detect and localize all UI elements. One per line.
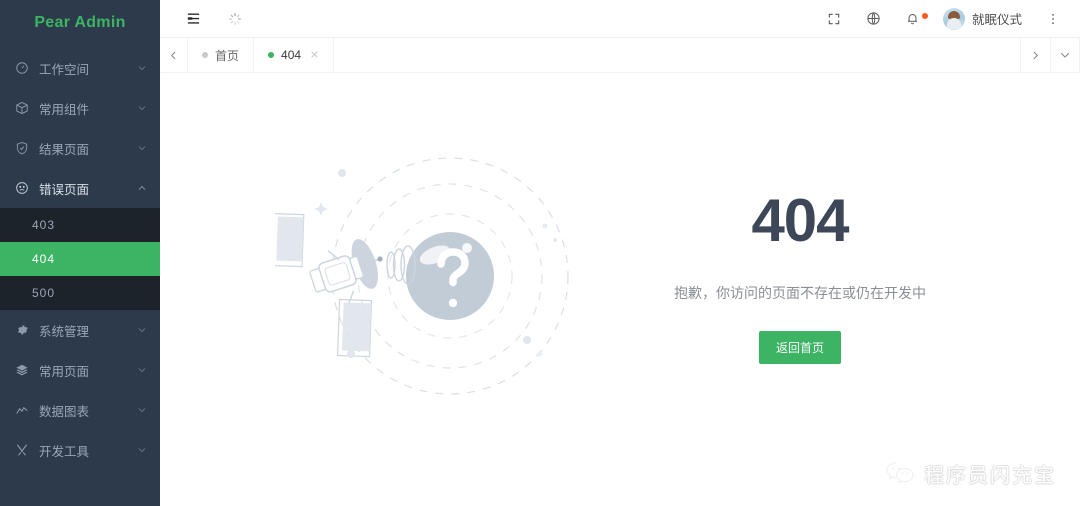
sidebar-menu: 工作空间 常用组件 结果页面 错误页面 403 404 500 系统管理 常用页…	[0, 48, 160, 470]
sidebar-subitem-label: 500	[32, 286, 56, 300]
chart-line-icon	[14, 402, 30, 418]
tab-scroll-right-button[interactable]	[1020, 38, 1050, 72]
chevron-left-icon	[168, 50, 179, 61]
error-code: 404	[751, 187, 849, 254]
error-panel: 404 抱歉，你访问的页面不存在或仍在开发中 返回首页	[275, 148, 965, 408]
globe-icon[interactable]	[865, 10, 883, 28]
content-area: 404 抱歉，你访问的页面不存在或仍在开发中 返回首页 程序员闪充宝	[160, 73, 1080, 506]
tab-list: 首页 404	[188, 38, 1020, 72]
close-icon[interactable]	[310, 48, 319, 62]
error-message: 抱歉，你访问的页面不存在或仍在开发中	[674, 285, 926, 301]
sidebar-item-label: 工作空间	[39, 62, 90, 77]
shield-check-icon	[14, 140, 30, 156]
loading-spinner-icon[interactable]	[226, 10, 244, 28]
more-vertical-icon[interactable]	[1044, 10, 1062, 28]
chevron-down-icon	[136, 404, 148, 416]
sidebar-item-label: 开发工具	[39, 444, 90, 459]
gear-icon	[14, 322, 30, 338]
sidebar-subitem-label: 404	[32, 252, 56, 266]
sidebar-subitem-500[interactable]: 500	[0, 276, 160, 310]
back-home-button[interactable]: 返回首页	[758, 331, 841, 364]
sidebar-item-label: 错误页面	[39, 182, 90, 197]
tab-label: 首页	[215, 48, 240, 63]
avatar	[942, 7, 965, 30]
chevron-down-icon	[136, 324, 148, 336]
chevron-up-icon	[136, 182, 148, 194]
tab-404[interactable]: 404	[254, 38, 335, 72]
sidebar-item-label: 常用页面	[39, 364, 90, 379]
tab-status-dot	[202, 52, 208, 58]
sidebar-item-system-management[interactable]: 系统管理	[0, 310, 160, 350]
fullscreen-icon[interactable]	[825, 10, 843, 28]
sidebar-subitem-label: 403	[32, 218, 56, 232]
top-header: 就眠仪式	[160, 0, 1080, 38]
error-illustration	[275, 148, 595, 408]
sidebar-item-label: 系统管理	[39, 324, 90, 339]
tools-icon	[14, 442, 30, 458]
app-root: Pear Admin 工作空间 常用组件 结果页面 错误页面 403 404 5…	[0, 0, 1080, 506]
sidebar-item-label: 常用组件	[39, 102, 90, 117]
chevron-down-icon	[136, 142, 148, 154]
tab-home[interactable]: 首页	[188, 38, 255, 72]
sidebar-subitem-403[interactable]: 403	[0, 208, 160, 242]
sidebar-item-result-pages[interactable]: 结果页面	[0, 128, 160, 168]
sidebar-item-common-pages[interactable]: 常用页面	[0, 350, 160, 390]
username-label: 就眠仪式	[971, 13, 1022, 27]
notification-dot	[921, 12, 928, 19]
main-area: 就眠仪式 首页 404 404 抱歉，你访问的页面不存在或仍在开发中 返回首页 …	[160, 0, 1080, 506]
dashboard-icon	[14, 60, 30, 76]
watermark: 程序员闪充宝	[885, 459, 1056, 488]
chevron-down-icon	[136, 62, 148, 74]
chevron-down-icon	[136, 364, 148, 376]
tab-bar: 首页 404	[160, 38, 1080, 73]
sidebar-submenu-error-pages: 403 404 500	[0, 208, 160, 310]
tab-label: 404	[281, 48, 302, 62]
sidebar: Pear Admin 工作空间 常用组件 结果页面 错误页面 403 404 5…	[0, 0, 160, 506]
notification-bell[interactable]	[905, 11, 928, 27]
user-profile[interactable]: 就眠仪式	[942, 7, 1022, 30]
chevron-down-icon	[136, 444, 148, 456]
tab-status-dot	[268, 52, 275, 58]
chevron-down-icon	[136, 102, 148, 114]
tab-scroll-left-button[interactable]	[160, 38, 188, 72]
chevron-down-icon	[1059, 49, 1071, 61]
sidebar-item-components[interactable]: 常用组件	[0, 88, 160, 128]
sidebar-item-label: 结果页面	[39, 142, 90, 157]
header-left-actions	[160, 10, 244, 28]
sidebar-item-data-charts[interactable]: 数据图表	[0, 390, 160, 430]
error-text-block: 404 抱歉，你访问的页面不存在或仍在开发中 返回首页	[635, 191, 965, 364]
watermark-text: 程序员闪充宝	[924, 465, 1056, 487]
layers-icon	[14, 362, 30, 378]
tab-options-button[interactable]	[1050, 38, 1080, 72]
hamburger-icon[interactable]	[184, 10, 202, 28]
sidebar-item-label: 数据图表	[39, 404, 90, 419]
header-right-actions: 就眠仪式	[825, 7, 1076, 30]
cube-icon	[14, 100, 30, 116]
sidebar-item-workspace[interactable]: 工作空间	[0, 48, 160, 88]
sad-face-icon	[14, 180, 30, 196]
app-logo: Pear Admin	[34, 14, 126, 31]
sidebar-item-dev-tools[interactable]: 开发工具	[0, 430, 160, 470]
sidebar-item-error-pages[interactable]: 错误页面	[0, 168, 160, 208]
chevron-right-icon	[1030, 50, 1041, 61]
sidebar-subitem-404[interactable]: 404	[0, 242, 160, 276]
wechat-icon	[885, 461, 915, 487]
